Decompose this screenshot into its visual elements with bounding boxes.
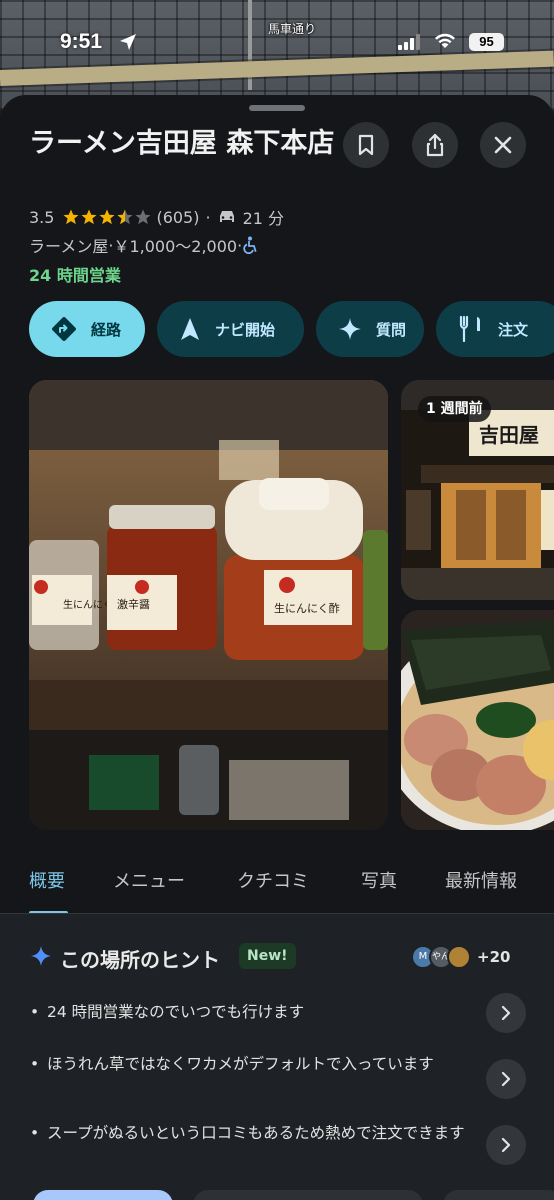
contributor-avatars[interactable]: M やん +20: [411, 945, 510, 969]
place-hints-card: この場所のヒント New! M やん +20 • 24 時間営業なのでいつでも行…: [0, 914, 554, 1200]
wifi-icon: [435, 33, 455, 48]
sheet-drag-handle[interactable]: [249, 105, 305, 111]
hints-title: この場所のヒント: [60, 948, 220, 972]
hint-expand-button[interactable]: [486, 1125, 526, 1165]
place-title: ラーメン吉田屋 森下本店: [29, 128, 335, 159]
close-button[interactable]: [480, 122, 526, 168]
status-bar: 9:51 95: [0, 0, 554, 80]
start-navigation-label: ナビ開始: [215, 320, 276, 339]
price-range: ￥1,000～2,000: [113, 237, 238, 256]
tab-reviews[interactable]: クチコミ: [237, 867, 309, 893]
rating-value: 3.5: [29, 207, 55, 227]
opening-hours[interactable]: 24 時間営業: [29, 262, 121, 286]
sparkle-icon: [339, 318, 361, 340]
info-row: ラーメン屋 · ￥1,000～2,000 ·: [29, 233, 258, 257]
hint-item: • ほうれん草ではなくワカメがデフォルトで入っています: [30, 1051, 470, 1078]
star-half-icon: [117, 209, 133, 225]
rating-row: 3.5 (605) · 21 分: [29, 205, 284, 229]
directions-icon: [52, 317, 76, 341]
place-tabs: 概要 メニュー クチコミ 写真 最新情報: [0, 855, 554, 915]
location-arrow-icon: [120, 34, 136, 50]
close-icon: [494, 136, 512, 154]
star-rating: [62, 208, 152, 226]
tab-overview[interactable]: 概要: [29, 867, 65, 893]
battery-indicator: 95: [469, 33, 504, 51]
car-icon: [219, 211, 234, 222]
hint-text: ほうれん草ではなくワカメがデフォルトで入っています: [47, 1055, 434, 1073]
storefront-sign: 吉田屋: [479, 423, 539, 447]
navigation-arrow-icon: [181, 318, 199, 340]
order-button[interactable]: 注文: [436, 301, 554, 357]
bookmark-icon: [358, 134, 374, 156]
avatar: [447, 945, 471, 969]
hint-expand-button[interactable]: [486, 993, 526, 1033]
jar-label-spicy: 激辛醤: [117, 597, 150, 611]
photo-age-badge: 1 週間前: [418, 396, 491, 422]
cellular-signal-icon: [398, 34, 420, 50]
share-button[interactable]: [412, 122, 458, 168]
wheelchair-accessible-icon: [243, 236, 257, 254]
tab-updates[interactable]: 最新情報: [445, 867, 517, 893]
save-button[interactable]: [343, 122, 389, 168]
ask-question-button[interactable]: 質問: [316, 301, 424, 357]
hint-expand-button[interactable]: [486, 1059, 526, 1099]
star-empty-icon: [135, 209, 151, 225]
new-badge: New!: [239, 943, 296, 969]
star-full-icon: [99, 209, 115, 225]
review-count[interactable]: (605): [156, 208, 199, 227]
place-sheet: ラーメン吉田屋 森下本店 3.5 (605) · 21 分 ラーメン屋 · ￥1…: [0, 95, 554, 1200]
condiment-jars-image: 生にんにく 激辛醤 生にんにく酢: [29, 380, 388, 830]
ai-sparkle-icon: [31, 946, 51, 966]
directions-label: 経路: [91, 320, 122, 339]
bottom-action-button[interactable]: [193, 1190, 423, 1200]
directions-button[interactable]: 経路: [29, 301, 145, 357]
start-navigation-button[interactable]: ナビ開始: [157, 301, 304, 357]
hint-text: スープがぬるいという口コミもあるため熱めで注文できます: [47, 1124, 465, 1142]
order-label: 注文: [498, 320, 529, 339]
jar-label-garlic-vinegar: 生にんにく酢: [274, 601, 340, 615]
drive-time: 21 分: [242, 209, 285, 228]
chevron-right-icon: [501, 1071, 511, 1087]
photo-condiments[interactable]: 生にんにく 激辛醤 生にんにく酢: [29, 380, 388, 830]
bottom-action-button[interactable]: [443, 1190, 554, 1200]
star-full-icon: [63, 209, 79, 225]
utensils-icon: [459, 315, 480, 343]
hint-item: • スープがぬるいという口コミもあるため熱めで注文できます: [30, 1120, 470, 1147]
tab-menu[interactable]: メニュー: [113, 867, 185, 893]
jar-label-garlic: 生にんにく: [63, 598, 113, 611]
hint-text: 24 時間営業なのでいつでも行けます: [47, 1003, 305, 1021]
tab-photos[interactable]: 写真: [361, 867, 397, 893]
separator-dot: ·: [205, 207, 211, 227]
chevron-right-icon: [501, 1137, 511, 1153]
star-full-icon: [81, 209, 97, 225]
hint-item: • 24 時間営業なのでいつでも行けます: [30, 999, 470, 1026]
ask-question-label: 質問: [376, 320, 407, 339]
contributor-count: +20: [477, 948, 511, 966]
chevron-right-icon: [501, 1005, 511, 1021]
share-icon: [426, 133, 444, 157]
ramen-bowl-image: [401, 610, 554, 830]
status-time: 9:51: [60, 30, 103, 53]
photo-ramen[interactable]: [401, 610, 554, 830]
place-category: ラーメン屋: [29, 237, 109, 256]
bottom-action-button[interactable]: [33, 1190, 173, 1200]
